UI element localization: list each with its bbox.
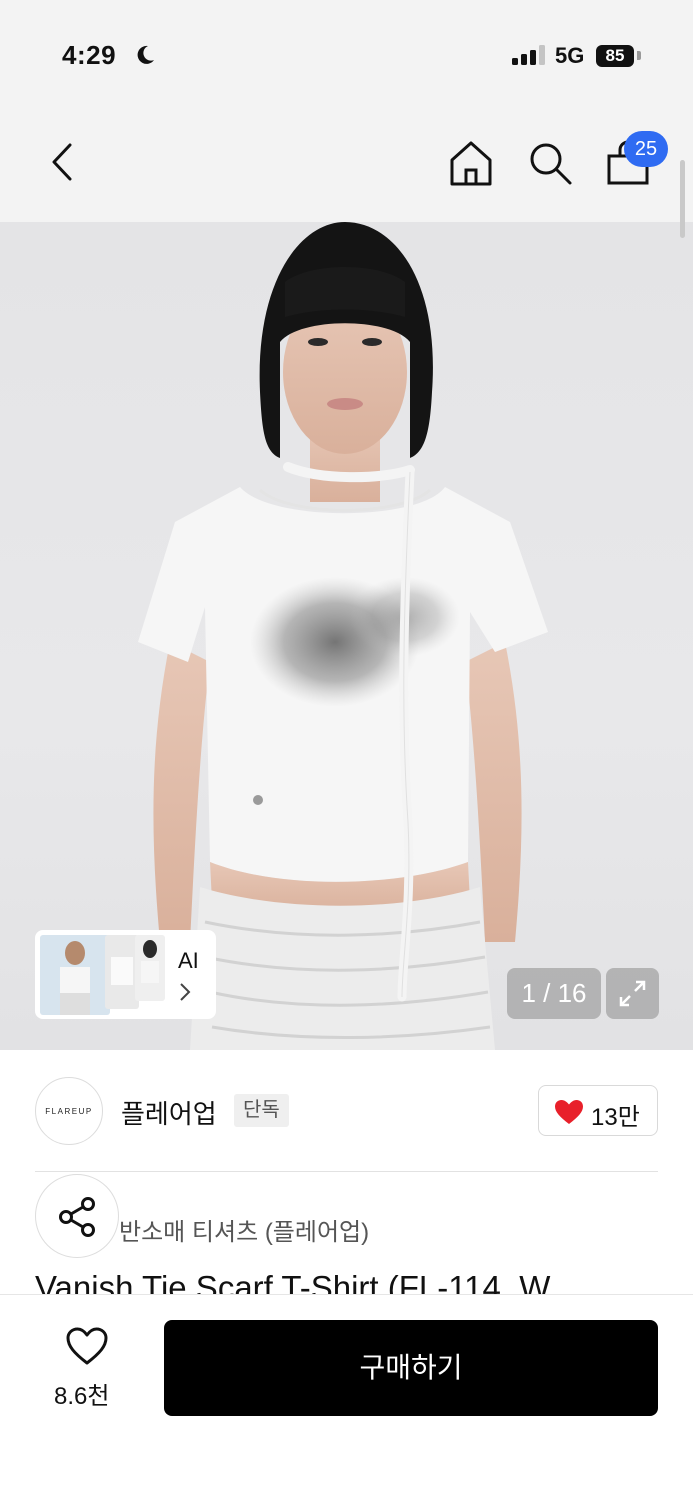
brand-name[interactable]: 플레어업 <box>121 1094 217 1131</box>
divider <box>35 1171 658 1172</box>
product-title-area: Vanish Tie Scarf T-Shirt (FL-114_W <box>0 1262 693 1294</box>
ai-thumbnail <box>40 935 110 1015</box>
brand-like-button[interactable]: 13만 <box>538 1085 658 1136</box>
status-time: 4:29 <box>62 40 117 70</box>
battery-icon: 85 <box>596 45 634 67</box>
ai-label: AI <box>178 948 199 973</box>
product-image[interactable] <box>0 222 693 1050</box>
product-title: Vanish Tie Scarf T-Shirt (FL-114_W <box>35 1269 551 1294</box>
network-type: 5G <box>555 43 585 68</box>
heart-outline-icon[interactable] <box>65 1326 109 1366</box>
moon-icon <box>137 45 154 64</box>
scrollbar[interactable] <box>680 160 685 238</box>
ai-thumbnail <box>135 935 165 1001</box>
expand-icon <box>619 980 646 1007</box>
brand-like-count: 13만 <box>591 1104 640 1131</box>
battery-nub <box>637 51 641 60</box>
exclusive-badge: 단독 <box>234 1094 289 1127</box>
buy-button[interactable]: 구매하기 <box>164 1320 658 1416</box>
home-icon[interactable] <box>447 138 495 186</box>
brand-logo[interactable]: FLAREUP <box>35 1077 103 1145</box>
image-counter: 1 / 16 <box>507 968 601 1019</box>
expand-button[interactable] <box>606 968 659 1019</box>
chevron-right-icon <box>180 983 191 1001</box>
wishlist-count: 8.6천 <box>54 1383 110 1410</box>
heart-icon <box>555 1100 583 1124</box>
cart-count-badge: 25 <box>624 131 668 167</box>
share-button[interactable] <box>35 1174 119 1258</box>
signal-icon <box>512 45 545 65</box>
nav-bar <box>0 110 693 222</box>
search-icon[interactable] <box>527 140 573 186</box>
ai-similar-card[interactable] <box>35 930 216 1019</box>
back-icon[interactable] <box>46 142 76 182</box>
ai-thumbnail <box>105 935 139 1009</box>
product-photo <box>138 222 548 1050</box>
category-breadcrumb[interactable]: 반소매 티셔츠 (플레어업) <box>119 1212 369 1247</box>
share-icon <box>59 1197 95 1237</box>
status-bar: 4:29 5G 85 <box>0 0 693 110</box>
